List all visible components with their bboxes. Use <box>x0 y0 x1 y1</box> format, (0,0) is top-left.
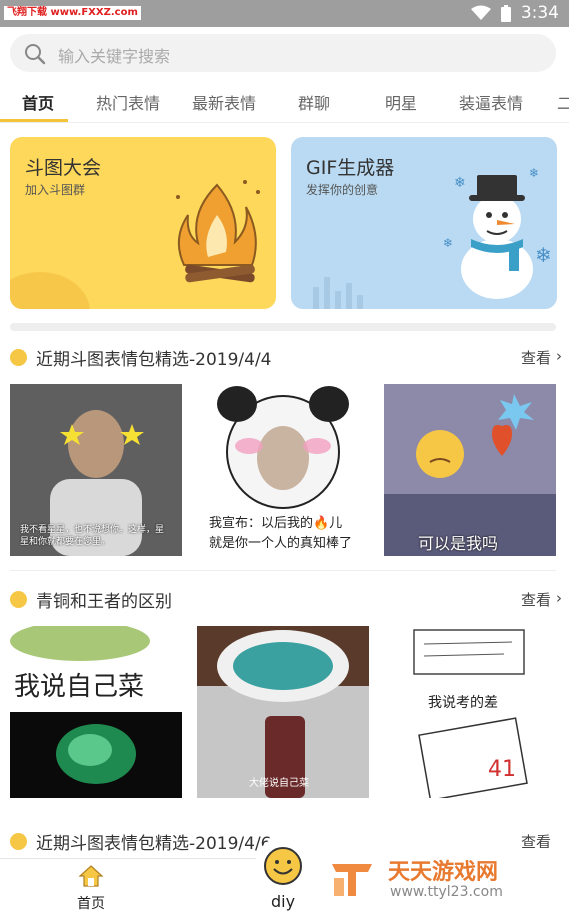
search-icon <box>25 44 46 65</box>
tab-group-chat[interactable]: 群聊 <box>298 90 330 114</box>
meme-caption: 我不看星星，也不说想你。这样，星星和你就都要在您里。 <box>20 525 165 547</box>
view-more-link[interactable]: 查看 <box>521 347 551 368</box>
tab-stars[interactable]: 明星 <box>385 90 417 114</box>
banner-subtitle: 加入斗图群 <box>25 183 86 197</box>
nav-diy-label[interactable]: diy <box>271 892 295 911</box>
status-time: 3:34 <box>520 3 559 23</box>
search-placeholder: 输入关键字搜索 <box>58 47 171 66</box>
svg-text:❄: ❄ <box>454 175 466 191</box>
svg-text:41: 41 <box>488 757 516 782</box>
tab-hot[interactable]: 热门表情 <box>96 90 160 114</box>
smiley-icon[interactable] <box>263 846 303 886</box>
smiley-icon <box>10 591 27 608</box>
section-title: 近期斗图表情包精选-2019/4/6 <box>36 834 272 854</box>
divider <box>10 570 556 571</box>
meme-caption: 我说考的差 <box>428 695 498 711</box>
banner-doutu-contest[interactable]: 斗图大会 加入斗图群 <box>10 137 276 309</box>
watermark-logo: 天天游戏网 www.ttyl23.com <box>314 848 569 915</box>
banner-gif-maker[interactable]: GIF生成器 发挥你的创意 ❄ ❄ ❄ ❄ <box>291 137 557 309</box>
category-tabs: 首页 热门表情 最新表情 群聊 明星 装逼表情 二 <box>0 86 569 122</box>
meme-caption: 我说自己菜 <box>14 672 145 702</box>
battery-icon <box>500 4 511 22</box>
watermark-tag: 飞翔下载 www.FXXZ.com <box>4 6 141 20</box>
tab-show-off[interactable]: 装逼表情 <box>459 90 523 114</box>
meme-thumbnail[interactable]: 可以是我吗 <box>384 384 556 556</box>
svg-text:❄: ❄ <box>443 236 453 250</box>
tab-new[interactable]: 最新表情 <box>192 90 256 114</box>
banner-title: GIF生成器 <box>306 157 395 179</box>
meme-thumbnail[interactable]: 我不看星星，也不说想你。这样，星星和你就都要在您里。 <box>10 384 182 556</box>
meme-thumbnail[interactable]: 41 我说考的差 <box>384 626 556 798</box>
meme-caption: 可以是我吗 <box>418 534 499 553</box>
home-icon[interactable] <box>78 864 104 888</box>
wifi-icon <box>470 5 491 20</box>
status-bar: 飞翔下载 www.FXXZ.com 3:34 <box>0 0 569 27</box>
smiley-icon <box>10 833 27 850</box>
logo-icon <box>332 864 372 896</box>
tab-overflow[interactable]: 二 <box>557 90 569 114</box>
section-header: 青铜和王者的区别 查看 › <box>0 584 569 614</box>
chevron-right-icon: › <box>556 589 562 607</box>
smiley-icon <box>10 349 27 366</box>
nav-home-label[interactable]: 首页 <box>77 893 105 913</box>
meme-thumbnail[interactable]: 我说自己菜 <box>10 626 182 798</box>
svg-text:❄: ❄ <box>535 243 552 267</box>
banner-subtitle: 发挥你的创意 <box>306 183 379 197</box>
bonfire-icon <box>176 180 260 283</box>
section-title: 近期斗图表情包精选-2019/4/4 <box>36 350 272 370</box>
divider <box>10 323 556 331</box>
snowman-icon: ❄ ❄ ❄ ❄ <box>443 166 552 299</box>
meme-caption: 大佬说自己菜 <box>249 778 309 789</box>
section-title: 青铜和王者的区别 <box>36 592 172 612</box>
meme-thumbnail[interactable]: 大佬说自己菜 <box>197 626 369 798</box>
view-more-link[interactable]: 查看 <box>521 589 551 610</box>
divider <box>0 122 569 123</box>
chevron-right-icon: › <box>556 347 562 365</box>
svg-text:❄: ❄ <box>529 166 539 180</box>
section-header: 近期斗图表情包精选-2019/4/4 查看 › <box>0 342 569 372</box>
meme-caption: 我宣布：以后我的🔥儿 就是你一个人的真知棒了 <box>209 516 353 551</box>
meme-thumbnail[interactable]: 我宣布：以后我的🔥儿 就是你一个人的真知棒了 <box>197 384 369 556</box>
tab-home[interactable]: 首页 <box>22 90 54 114</box>
search-input[interactable]: 输入关键字搜索 <box>10 34 556 72</box>
banner-title: 斗图大会 <box>25 157 102 179</box>
